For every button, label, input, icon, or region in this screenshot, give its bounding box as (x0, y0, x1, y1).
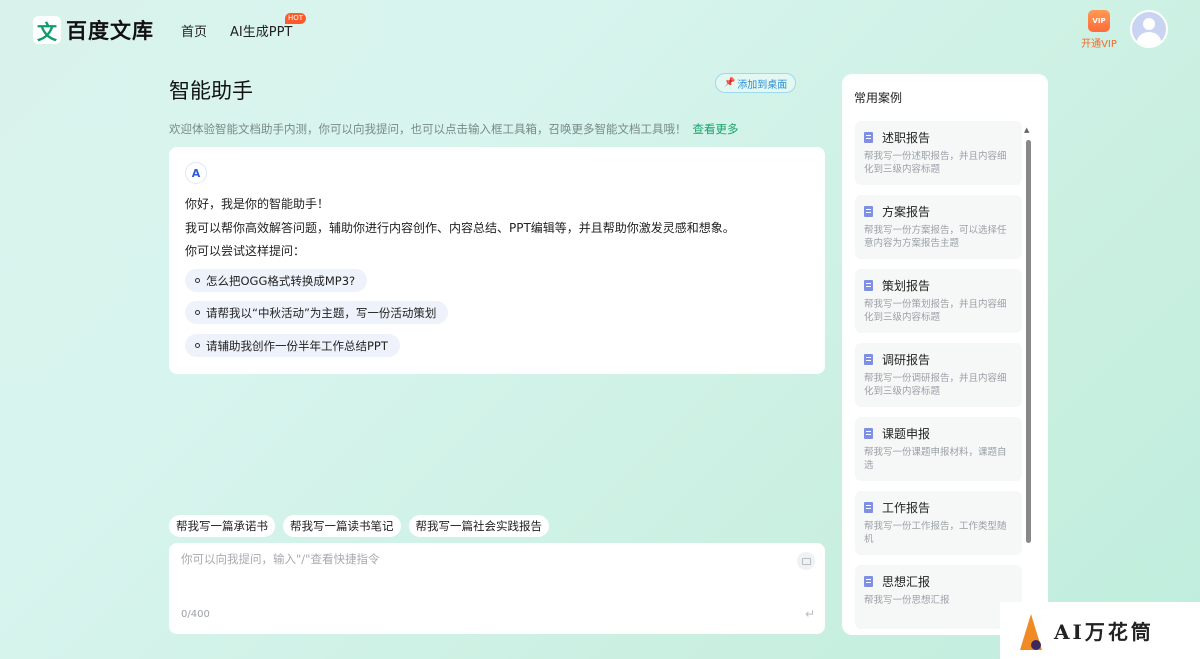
document-icon (864, 575, 873, 587)
nav-ai-ppt[interactable]: AI生成PPT (230, 21, 292, 40)
quick-chip-reading-notes[interactable]: 帮我写一篇读书笔记 (283, 515, 401, 537)
vip-gift-icon: VIP (1088, 10, 1110, 32)
pin-icon: 📌 (724, 78, 736, 88)
scrollbar-thumb[interactable] (1026, 140, 1031, 543)
case-title: 工作报告 (882, 500, 931, 515)
case-item[interactable]: 工作报告 帮我写一份工作报告，工作类型随机 (855, 491, 1022, 555)
case-item[interactable]: 述职报告 帮我写一份述职报告，并且内容细化到三级内容标题 (855, 121, 1022, 185)
add-to-desktop-button[interactable]: 📌 添加到桌面 (715, 73, 797, 93)
quick-chip-practice-report[interactable]: 帮我写一篇社会实践报告 (408, 515, 549, 537)
view-more-link[interactable]: 查看更多 (693, 122, 739, 136)
case-title: 策划报告 (882, 278, 931, 293)
suggestion-item[interactable]: 怎么把OGG格式转换成MP3? (185, 269, 368, 292)
case-item[interactable]: 方案报告 帮我写一份方案报告，可以选择任意内容为方案报告主题 (855, 195, 1022, 259)
assistant-message-card: A 你好，我是你的智能助手！ 我可以帮你高效解答问题，辅助你进行内容创作、内容总… (169, 147, 825, 374)
case-description: 帮我写一份述职报告，并且内容细化到三级内容标题 (864, 151, 1007, 175)
case-description: 帮我写一份工作报告，工作类型随机 (864, 521, 1007, 545)
open-vip-button[interactable]: VIP 开通VIP (1080, 10, 1118, 50)
chat-input-box: 0/400 ↵ (169, 543, 825, 634)
document-icon (864, 205, 873, 217)
case-item[interactable]: 思想汇报 帮我写一份思想汇报 (855, 565, 1022, 629)
toolbox-icon[interactable] (797, 552, 815, 570)
watermark-logo-icon (1018, 610, 1044, 652)
site-logo[interactable]: 文 百度文库 (33, 15, 154, 45)
bullet-icon (195, 310, 200, 315)
hot-badge: HOT (285, 13, 307, 24)
document-icon (864, 131, 873, 143)
case-description: 帮我写一份思想汇报 (864, 595, 950, 606)
watermark-text: AI万花筒 (1054, 620, 1154, 644)
document-icon (864, 427, 873, 439)
char-counter: 0/400 (181, 609, 210, 620)
wenku-logo-icon: 文 (33, 16, 61, 44)
document-icon (864, 501, 873, 513)
case-title: 调研报告 (882, 352, 931, 367)
case-description: 帮我写一份调研报告，并且内容细化到三级内容标题 (864, 373, 1007, 397)
send-icon[interactable]: ↵ (805, 607, 815, 621)
document-icon (864, 279, 873, 291)
capability-line: 我可以帮你高效解答问题，辅助你进行内容创作、内容总结、PPT编辑等，并且帮助你激… (185, 221, 735, 235)
add-to-desktop-label: 添加到桌面 (737, 79, 788, 91)
case-description: 帮我写一份策划报告，并且内容细化到三级内容标题 (864, 299, 1007, 323)
intro-text: 欢迎体验智能文档助手内测，你可以向我提问，也可以点击输入框工具箱，召唤更多智能文… (169, 121, 739, 137)
scroll-up-arrow-icon[interactable]: ▲ (1024, 126, 1029, 134)
vip-label: 开通VIP (1081, 39, 1117, 50)
case-title: 课题申报 (882, 426, 931, 441)
case-description: 帮我写一份方案报告，可以选择任意内容为方案报告主题 (864, 225, 1007, 249)
try-asking-line: 你可以尝试这样提问： (185, 244, 306, 258)
case-title: 思想汇报 (882, 574, 931, 589)
case-title: 方案报告 (882, 204, 931, 219)
suggestion-text: 请帮我以“中秋活动”为主题，写一份活动策划 (206, 305, 437, 320)
nav-home[interactable]: 首页 (181, 21, 207, 40)
panel-title: 常用案例 (854, 91, 903, 105)
page-title: 智能助手 (169, 79, 253, 103)
bullet-icon (195, 278, 200, 283)
document-icon (864, 353, 873, 365)
greeting-line: 你好，我是你的智能助手！ (185, 197, 330, 211)
assistant-avatar-icon: A (185, 162, 207, 184)
case-title: 述职报告 (882, 130, 931, 145)
case-item[interactable]: 策划报告 帮我写一份策划报告，并且内容细化到三级内容标题 (855, 269, 1022, 333)
suggestion-item[interactable]: 请帮我以“中秋活动”为主题，写一份活动策划 (185, 301, 449, 324)
common-cases-panel: 常用案例 述职报告 帮我写一份述职报告，并且内容细化到三级内容标题 方案报告 帮… (842, 74, 1048, 635)
case-item[interactable]: 课题申报 帮我写一份课题申报材料，课题自选 (855, 417, 1022, 481)
suggestion-text: 请辅助我创作一份半年工作总结PPT (206, 338, 388, 353)
suggestion-item[interactable]: 请辅助我创作一份半年工作总结PPT (185, 334, 400, 357)
quick-chip-commitment[interactable]: 帮我写一篇承诺书 (169, 515, 275, 537)
chat-input[interactable] (181, 549, 781, 569)
bullet-icon (195, 343, 200, 348)
user-avatar[interactable] (1130, 10, 1168, 48)
site-name: 百度文库 (66, 19, 154, 43)
case-description: 帮我写一份课题申报材料，课题自选 (864, 447, 1007, 471)
case-item[interactable]: 调研报告 帮我写一份调研报告，并且内容细化到三级内容标题 (855, 343, 1022, 407)
quick-prompt-chips: 帮我写一篇承诺书 帮我写一篇读书笔记 帮我写一篇社会实践报告 (169, 515, 549, 537)
watermark: AI万花筒 (1000, 602, 1200, 659)
intro-description: 欢迎体验智能文档助手内测，你可以向我提问，也可以点击输入框工具箱，召唤更多智能文… (169, 122, 687, 136)
suggestion-text: 怎么把OGG格式转换成MP3? (206, 273, 356, 288)
